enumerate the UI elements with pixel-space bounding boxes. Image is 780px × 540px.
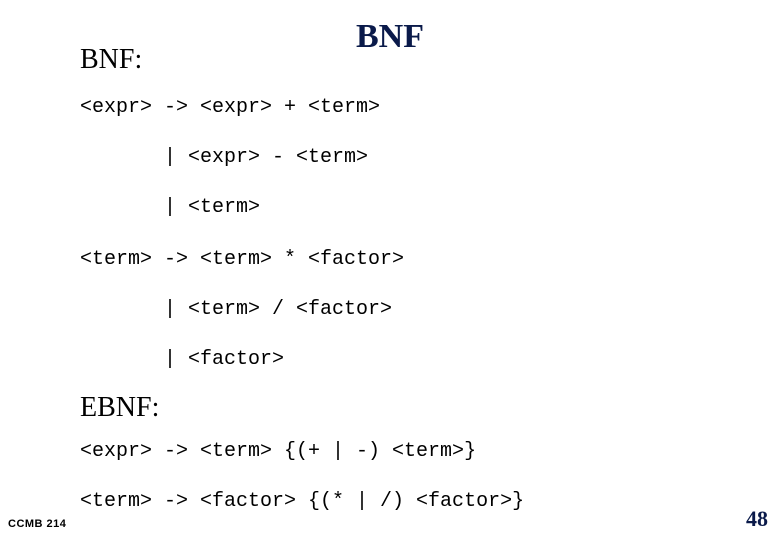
bnf-rule-6: | <factor> xyxy=(80,348,284,371)
bnf-rule-5: | <term> / <factor> xyxy=(80,298,392,321)
bnf-heading: BNF: xyxy=(80,44,142,76)
ebnf-rule-1: <expr> -> <term> {(+ | -) <term>} xyxy=(80,440,476,463)
page-number: 48 xyxy=(746,506,768,532)
bnf-rule-4: <term> -> <term> * <factor> xyxy=(80,248,404,271)
footer-course-code: CCMB 214 xyxy=(8,518,66,530)
bnf-rule-2: | <expr> - <term> xyxy=(80,146,368,169)
ebnf-heading: EBNF: xyxy=(80,392,159,424)
bnf-rule-1: <expr> -> <expr> + <term> xyxy=(80,96,380,119)
ebnf-rule-2: <term> -> <factor> {(* | /) <factor>} xyxy=(80,490,524,513)
slide: BNF BNF: <expr> -> <expr> + <term> | <ex… xyxy=(0,0,780,540)
bnf-rule-3: | <term> xyxy=(80,196,260,219)
